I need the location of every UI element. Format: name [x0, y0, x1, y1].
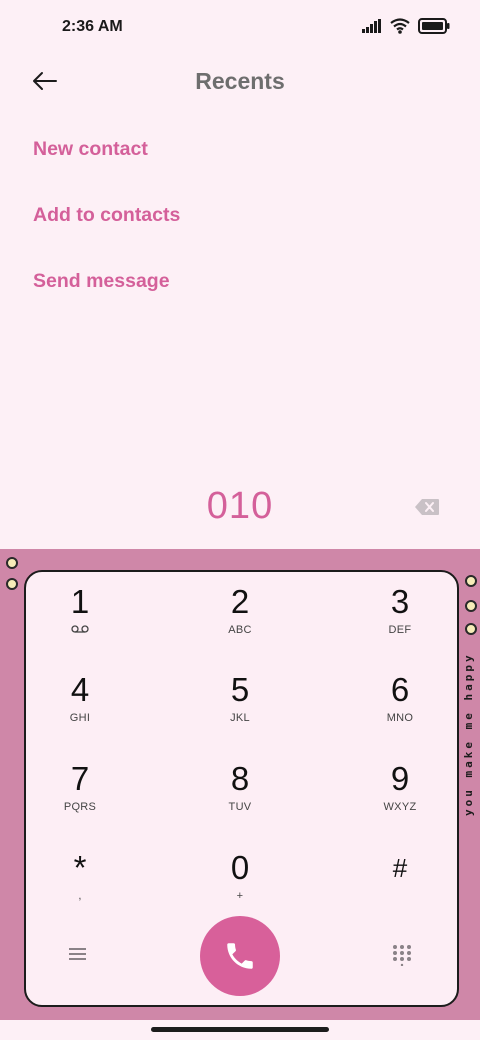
key-0[interactable]: 0 +	[185, 850, 295, 920]
key-digit: 6	[390, 671, 410, 708]
status-icons	[362, 18, 450, 34]
key-digit: 2	[230, 583, 250, 620]
key-digit: #	[392, 853, 408, 883]
add-to-contacts-button[interactable]: Add to contacts	[33, 200, 180, 266]
frame-hole	[465, 623, 477, 635]
status-time: 2:36 AM	[62, 18, 123, 35]
key-7[interactable]: 7 PQRS	[25, 761, 135, 831]
key-letters: TUV	[228, 801, 252, 813]
key-9[interactable]: 9 WXYZ	[345, 761, 455, 831]
dialpad-button[interactable]	[392, 944, 412, 971]
key-letters: ,	[78, 890, 82, 902]
key-letters: +	[236, 890, 244, 902]
key-4[interactable]: 4 GHI	[25, 672, 135, 742]
key-8[interactable]: 8 TUV	[185, 761, 295, 831]
home-indicator[interactable]	[151, 1027, 329, 1032]
menu-button[interactable]	[66, 944, 90, 969]
key-hash[interactable]: #	[345, 850, 455, 920]
key-letters: WXYZ	[383, 801, 417, 813]
key-digit: 9	[390, 760, 410, 797]
key-digit: 3	[390, 583, 410, 620]
key-6[interactable]: 6 MNO	[345, 672, 455, 742]
key-2[interactable]: 2 ABC	[185, 584, 295, 654]
key-letters: DEF	[388, 624, 412, 636]
frame-hole	[6, 578, 18, 590]
key-3[interactable]: 3 DEF	[345, 584, 455, 654]
dialed-number: 010	[206, 485, 274, 527]
frame-side-text: you make me happy	[462, 652, 475, 816]
key-5[interactable]: 5 JKL	[185, 672, 295, 742]
key-letters: JKL	[230, 712, 250, 724]
frame-hole	[6, 557, 18, 569]
send-message-button[interactable]: Send message	[33, 266, 180, 332]
key-digit: 0	[230, 849, 250, 886]
signal-icon	[362, 19, 381, 33]
page-title: Recents	[195, 68, 285, 94]
key-digit: 7	[70, 760, 90, 797]
key-digit: 1	[70, 583, 90, 620]
hamburger-icon	[69, 948, 86, 960]
key-star[interactable]: * ,	[25, 850, 135, 920]
phone-icon	[227, 943, 253, 969]
backspace-button[interactable]	[414, 498, 440, 521]
dialpad-grid-icon	[393, 945, 411, 967]
key-digit: 5	[230, 671, 250, 708]
key-1[interactable]: 1	[25, 584, 135, 654]
frame-hole	[465, 575, 477, 587]
key-digit: *	[73, 849, 87, 886]
key-digit: 4	[70, 671, 90, 708]
key-digit: 8	[230, 760, 250, 797]
key-letters: GHI	[69, 712, 91, 724]
key-letters: PQRS	[63, 801, 97, 813]
backspace-icon	[415, 499, 439, 515]
voicemail-icon	[71, 625, 89, 633]
battery-icon	[418, 18, 450, 34]
key-letters: ABC	[228, 624, 252, 636]
frame-hole	[465, 600, 477, 612]
menu-list: New contact Add to contacts Send message	[33, 134, 180, 332]
wifi-icon	[390, 18, 410, 34]
call-button[interactable]	[200, 916, 280, 996]
new-contact-button[interactable]: New contact	[33, 134, 180, 200]
key-letters: MNO	[386, 712, 414, 724]
status-bar: 2:36 AM	[0, 0, 480, 56]
